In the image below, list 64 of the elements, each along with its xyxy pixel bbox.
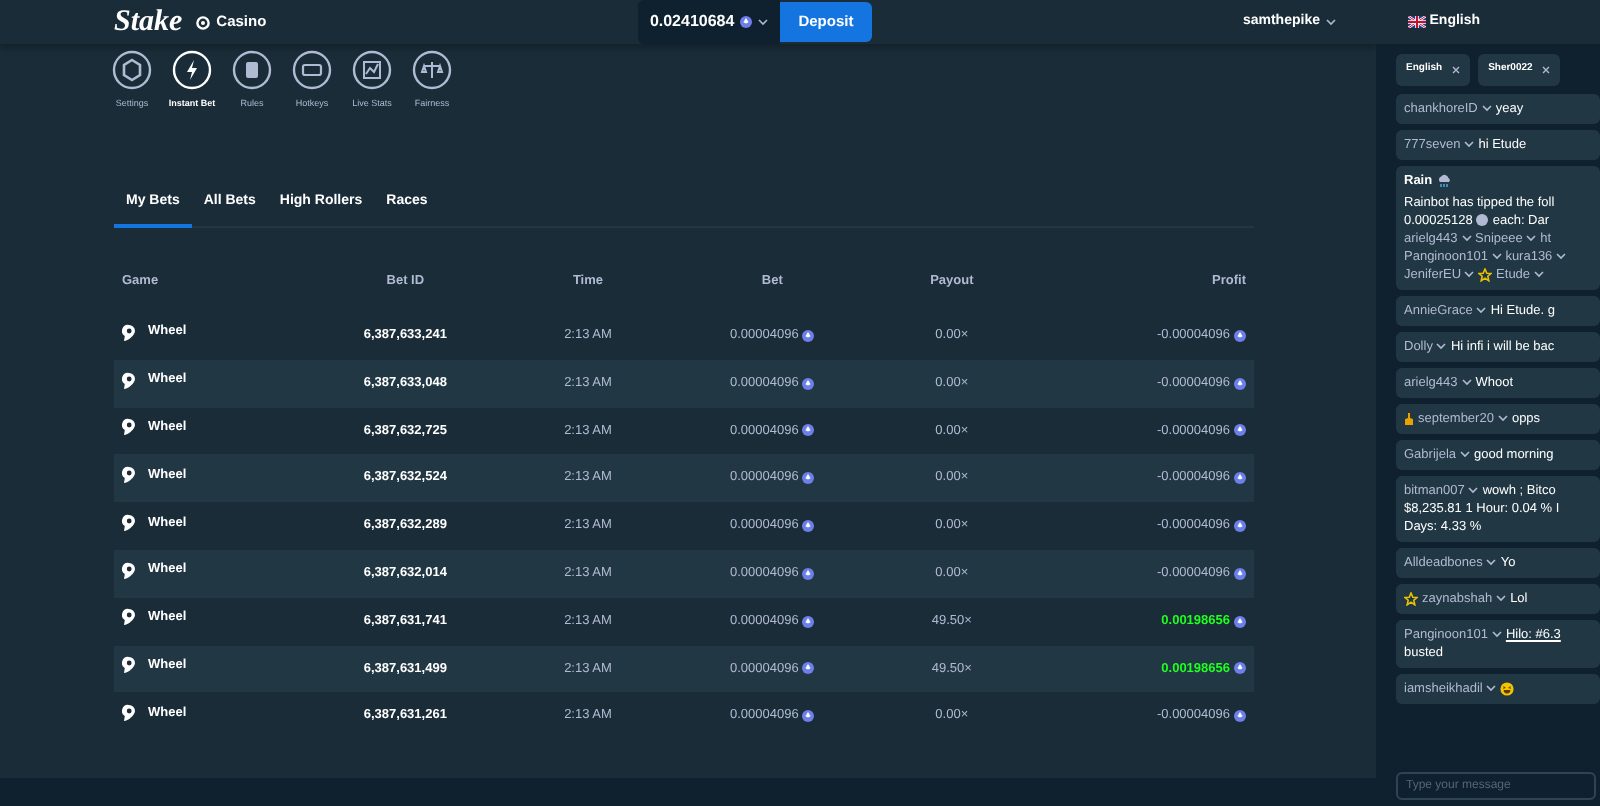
card-icon bbox=[232, 50, 272, 90]
logo[interactable]: Stake bbox=[114, 7, 183, 37]
close-icon[interactable] bbox=[1542, 65, 1551, 74]
caret-icon bbox=[1491, 252, 1502, 260]
coin-icon bbox=[1234, 520, 1246, 533]
star-icon bbox=[1404, 591, 1418, 605]
close-icon[interactable] bbox=[1452, 65, 1461, 74]
star-icon bbox=[1478, 267, 1493, 281]
coin-icon bbox=[1234, 567, 1246, 580]
coin-icon bbox=[802, 377, 815, 390]
caret-icon bbox=[1460, 450, 1471, 458]
caret-icon bbox=[1526, 234, 1537, 242]
chip-icon bbox=[196, 15, 211, 29]
flag-icon bbox=[1408, 16, 1426, 28]
balance-dropdown[interactable]: 0.02410684 bbox=[637, 0, 781, 44]
pin-icon bbox=[122, 608, 136, 627]
caret-icon bbox=[1326, 18, 1336, 26]
coin-icon bbox=[802, 662, 815, 675]
pin-icon bbox=[122, 656, 136, 675]
coin-icon bbox=[1234, 710, 1246, 723]
coin-icon bbox=[1234, 424, 1246, 437]
pin-icon bbox=[122, 466, 136, 485]
caret-icon bbox=[1491, 630, 1502, 638]
caret-icon bbox=[1486, 684, 1497, 692]
coin-icon bbox=[802, 615, 815, 628]
caret-icon bbox=[1476, 306, 1487, 314]
pin-icon bbox=[122, 323, 136, 342]
gear-icon bbox=[112, 50, 152, 90]
coin-icon bbox=[802, 472, 815, 485]
caret-icon bbox=[1461, 234, 1471, 242]
coin-icon bbox=[740, 16, 753, 28]
caret-icon bbox=[1468, 486, 1479, 494]
keyboard-icon bbox=[292, 50, 332, 90]
caret-icon bbox=[1461, 378, 1472, 386]
pin-icon bbox=[122, 371, 136, 389]
caret-icon bbox=[1481, 104, 1492, 112]
coin-icon bbox=[1234, 472, 1246, 485]
coin-icon bbox=[1234, 615, 1246, 628]
coin-icon bbox=[802, 329, 815, 342]
caret-icon bbox=[1497, 414, 1508, 422]
scales-icon bbox=[412, 50, 452, 90]
caret-icon bbox=[1496, 594, 1507, 602]
coin-icon bbox=[1234, 662, 1246, 675]
lightning-icon bbox=[172, 50, 212, 90]
coin-icon bbox=[802, 424, 815, 437]
caret-icon bbox=[1464, 270, 1475, 278]
caret-icon bbox=[1436, 342, 1447, 350]
caret-icon bbox=[1464, 140, 1475, 148]
cloud-icon bbox=[1436, 173, 1453, 187]
pin-icon bbox=[122, 704, 136, 723]
chart-icon bbox=[352, 50, 392, 90]
pin-icon bbox=[122, 418, 136, 437]
pin-icon bbox=[122, 561, 136, 580]
caret-icon bbox=[758, 18, 769, 26]
laughing-face-icon bbox=[1500, 681, 1515, 695]
coin-icon bbox=[802, 710, 815, 723]
caret-icon bbox=[1486, 558, 1497, 566]
coin-icon bbox=[1476, 214, 1489, 226]
coin-icon bbox=[1234, 329, 1246, 342]
hand-icon bbox=[1404, 411, 1414, 425]
coin-icon bbox=[1234, 377, 1246, 390]
coin-icon bbox=[802, 520, 815, 533]
pin-icon bbox=[122, 513, 136, 532]
coin-icon bbox=[802, 567, 815, 580]
